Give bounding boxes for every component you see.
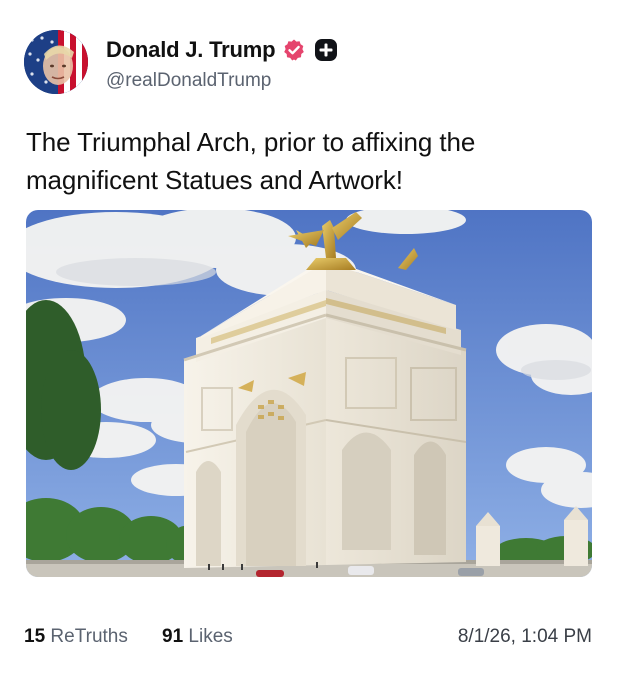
retruths-stat[interactable]: 15 ReTruths — [24, 626, 128, 648]
likes-stat[interactable]: 91 Likes — [162, 626, 233, 648]
post-text: The Triumphal Arch, prior to affixing th… — [26, 127, 476, 195]
triumphal-arch-image — [26, 210, 592, 577]
post-timestamp[interactable]: 8/1/26, 1:04 PM — [458, 626, 592, 648]
plus-badge-icon — [315, 39, 338, 61]
likes-label: Likes — [188, 626, 233, 647]
avatar[interactable] — [24, 30, 88, 94]
name-row: Donald J. Trump — [106, 36, 338, 64]
retruths-count: 15 — [24, 626, 46, 647]
post-image[interactable] — [26, 210, 592, 577]
post-header: Donald J. Trump @realDonaldTrump — [24, 28, 594, 98]
likes-count: 91 — [162, 626, 184, 647]
post-footer: 15 ReTruths 91 Likes 8/1/26, 1:04 PM — [24, 626, 592, 654]
flag-portrait-avatar — [24, 30, 88, 94]
author-handle[interactable]: @realDonaldTrump — [106, 70, 271, 92]
retruths-label: ReTruths — [50, 626, 128, 647]
verified-badge-icon — [284, 39, 305, 61]
author-name[interactable]: Donald J. Trump — [106, 37, 276, 63]
